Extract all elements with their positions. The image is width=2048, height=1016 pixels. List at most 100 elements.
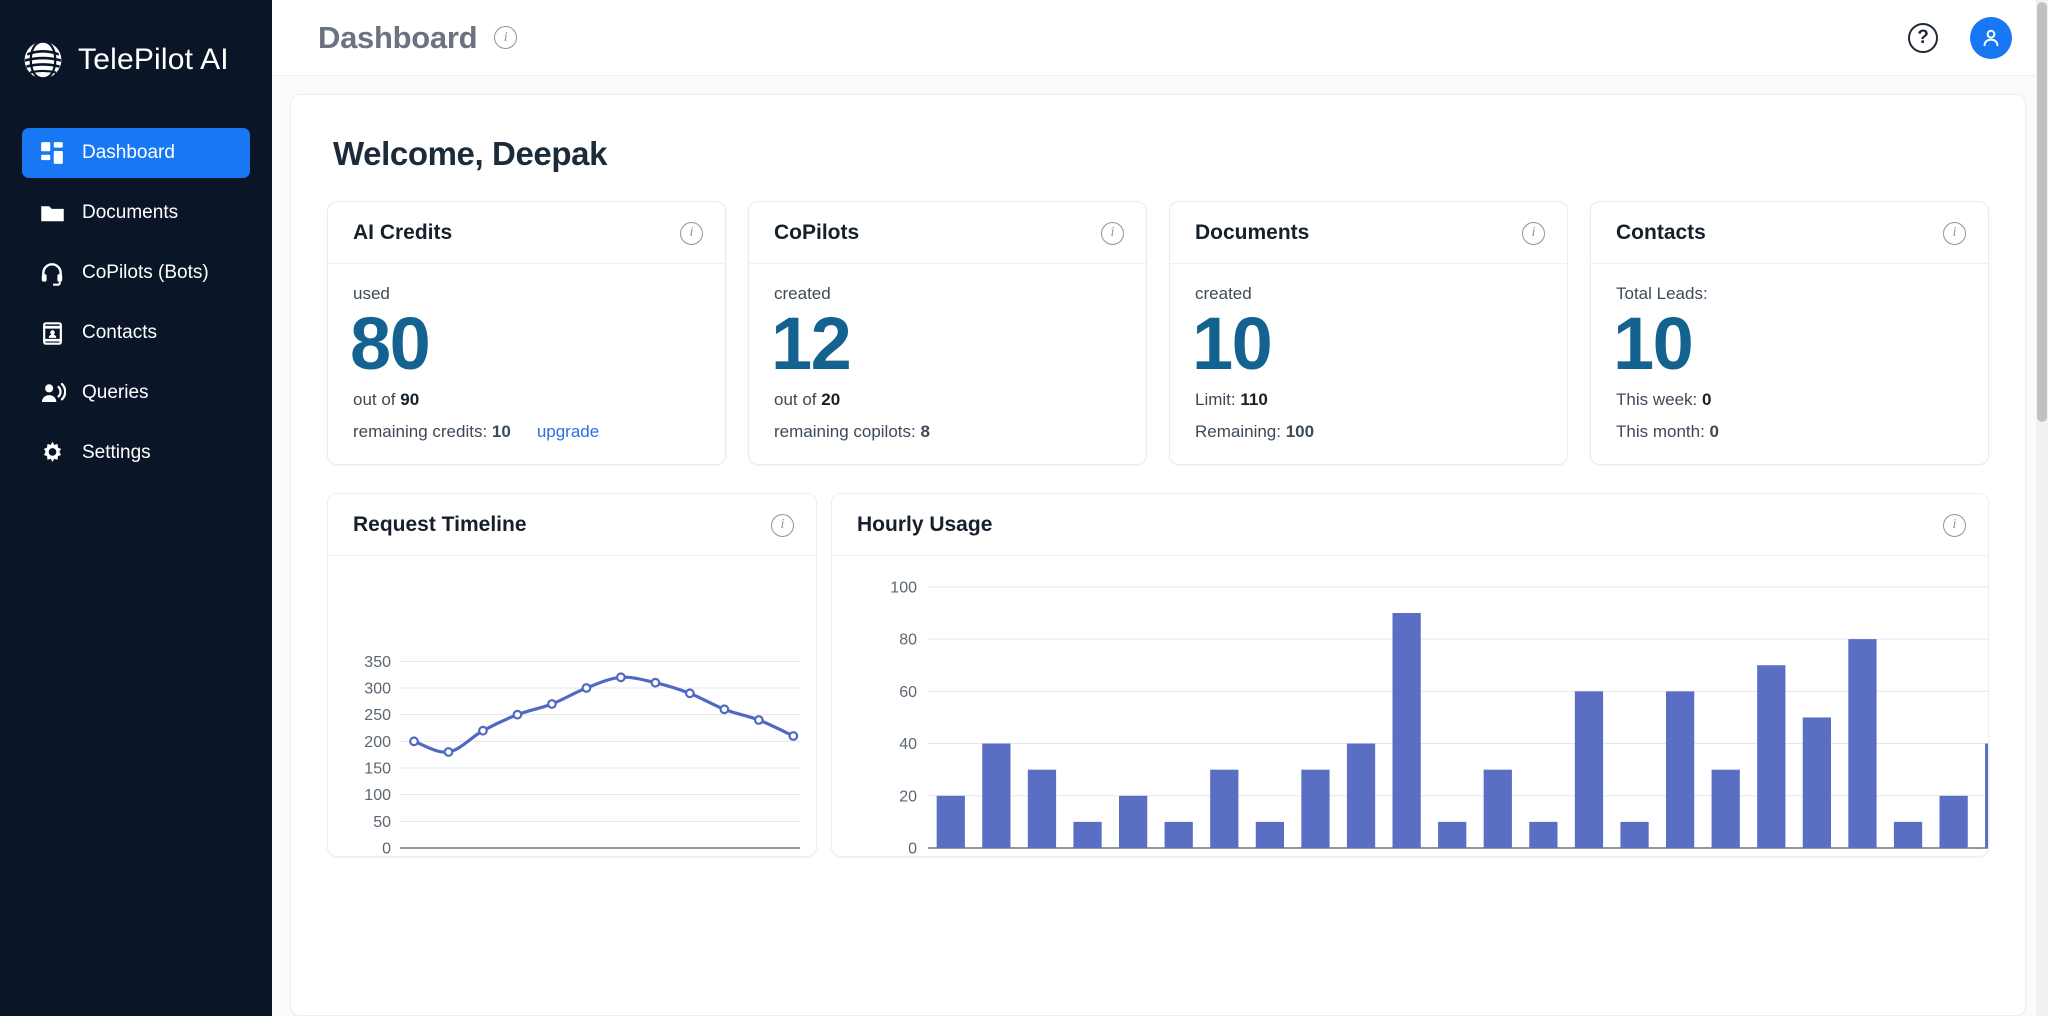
chart-row: Request Timeline i 050100150200250300350…	[321, 465, 1995, 857]
stat-foot-prefix: remaining credits:	[353, 422, 492, 441]
stat-card-title: Contacts	[1616, 221, 1706, 245]
sidebar-item-label: Dashboard	[82, 142, 175, 164]
sidebar-item-contacts[interactable]: Contacts	[22, 308, 250, 358]
sidebar-nav: Dashboard Documents CoPilots (Bots)	[0, 128, 272, 488]
stat-card-title: CoPilots	[774, 221, 859, 245]
stat-card-documents: Documents i created 10 Limit: 110 Remain…	[1169, 201, 1568, 465]
stat-footer: This month: 0	[1616, 422, 1963, 442]
sidebar-item-label: Queries	[82, 382, 149, 404]
stat-foot-value: 8	[920, 422, 929, 441]
svg-text:200: 200	[364, 734, 391, 751]
svg-text:350: 350	[364, 654, 391, 671]
user-avatar-icon[interactable]	[1970, 17, 2012, 59]
stat-label: created	[774, 284, 1121, 304]
person-speaking-icon	[22, 380, 82, 407]
stat-sub-prefix: out of	[774, 390, 821, 409]
question-mark-icon[interactable]: ?	[1908, 23, 1938, 53]
stat-value: 80	[350, 306, 700, 381]
info-icon[interactable]: i	[494, 26, 517, 49]
info-icon[interactable]: i	[1522, 222, 1545, 245]
hourly-usage-chart: 020406080100	[832, 556, 1989, 856]
stat-card-header: Documents i	[1170, 202, 1567, 264]
top-bar: Dashboard i ?	[272, 0, 2048, 76]
stat-card-header: CoPilots i	[749, 202, 1146, 264]
sidebar-item-queries[interactable]: Queries	[22, 368, 250, 418]
sidebar-item-label: CoPilots (Bots)	[82, 262, 209, 284]
info-icon[interactable]: i	[1943, 514, 1966, 537]
stat-foot-text: remaining copilots: 8	[774, 422, 930, 442]
stat-card-title: Documents	[1195, 221, 1309, 245]
chart-title: Hourly Usage	[857, 513, 992, 537]
chart-card-request-timeline: Request Timeline i 0 50 100 150 200 250 300 350	[327, 493, 817, 857]
chart-title: Request Timeline	[353, 513, 527, 537]
svg-text:100: 100	[364, 788, 391, 805]
info-icon[interactable]: i	[771, 514, 794, 537]
stat-footer: remaining credits: 10 upgrade	[353, 422, 700, 442]
stat-value: 10	[1192, 306, 1542, 381]
stat-card-body: Total Leads: 10 This week: 0 This month:…	[1591, 264, 1988, 464]
sidebar-item-label: Contacts	[82, 322, 157, 344]
stat-subtext: out of 20	[774, 390, 1121, 410]
stat-card-header: Contacts i	[1591, 202, 1988, 264]
stat-value: 10	[1613, 306, 1963, 381]
info-icon[interactable]: i	[1943, 222, 1966, 245]
gear-icon	[22, 440, 82, 467]
stat-foot-value: 0	[1710, 422, 1719, 441]
svg-text:100: 100	[890, 580, 917, 597]
chart-card-header: Request Timeline i	[328, 494, 816, 556]
info-icon[interactable]: i	[680, 222, 703, 245]
stat-foot-prefix: This month:	[1616, 422, 1710, 441]
stat-foot-prefix: remaining copilots:	[774, 422, 920, 441]
stat-foot-text: remaining credits: 10	[353, 422, 511, 442]
svg-text:0: 0	[908, 841, 917, 857]
stat-foot-value: 100	[1286, 422, 1314, 441]
stat-label: created	[1195, 284, 1542, 304]
upgrade-link[interactable]: upgrade	[537, 422, 599, 442]
svg-text:0: 0	[382, 841, 391, 857]
stat-card-ai-credits: AI Credits i used 80 out of 90 remaining…	[327, 201, 726, 465]
sidebar-item-copilots[interactable]: CoPilots (Bots)	[22, 248, 250, 298]
svg-text:80: 80	[899, 632, 917, 649]
stat-sub-value: 0	[1702, 390, 1711, 409]
bar-chart-body: 020406080100	[832, 556, 1988, 856]
welcome-heading: Welcome, Deepak	[333, 135, 1995, 173]
stat-card-title: AI Credits	[353, 221, 452, 245]
stat-card-body: used 80 out of 90 remaining credits: 10 …	[328, 264, 725, 464]
stat-card-body: created 12 out of 20 remaining copilots:…	[749, 264, 1146, 464]
stat-sub-value: 90	[400, 390, 419, 409]
svg-text:250: 250	[364, 708, 391, 725]
stat-value: 12	[771, 306, 1121, 381]
page-title: Dashboard	[318, 20, 477, 56]
vertical-scrollbar-thumb[interactable]	[2037, 2, 2047, 422]
telepilot-logo-icon	[22, 39, 64, 81]
chart-card-hourly-usage: Hourly Usage i 020406080100	[831, 493, 1989, 857]
sidebar-item-label: Settings	[82, 442, 151, 464]
grid-icon	[22, 140, 82, 166]
svg-text:150: 150	[364, 761, 391, 778]
stat-footer: remaining copilots: 8	[774, 422, 1121, 442]
vertical-scrollbar-track[interactable]	[2036, 0, 2048, 1016]
stat-sub-prefix: Limit:	[1195, 390, 1240, 409]
line-chart-body: 0 50 100 150 200 250 300 350	[328, 556, 816, 856]
svg-text:20: 20	[899, 789, 917, 806]
stat-subtext: Limit: 110	[1195, 390, 1542, 410]
stat-footer: Remaining: 100	[1195, 422, 1542, 442]
content-scroll-area: Welcome, Deepak AI Credits i used 80 out…	[272, 76, 2048, 1016]
chart-card-header: Hourly Usage i	[832, 494, 1988, 556]
svg-text:50: 50	[373, 814, 391, 831]
svg-text:300: 300	[364, 681, 391, 698]
info-icon[interactable]: i	[1101, 222, 1124, 245]
sidebar-item-dashboard[interactable]: Dashboard	[22, 128, 250, 178]
sidebar-item-documents[interactable]: Documents	[22, 188, 250, 238]
sidebar-item-settings[interactable]: Settings	[22, 428, 250, 478]
svg-text:60: 60	[899, 684, 917, 701]
sidebar: TelePilot AI Dashboard Documents	[0, 0, 272, 1016]
stat-subtext: This week: 0	[1616, 390, 1963, 410]
brand-name: TelePilot AI	[78, 43, 229, 77]
stat-foot-value: 10	[492, 422, 511, 441]
stat-sub-prefix: This week:	[1616, 390, 1702, 409]
stat-label: used	[353, 284, 700, 304]
main-area: Dashboard i ? Welcome, Deepak AI Credits…	[272, 0, 2048, 1016]
stat-sub-value: 20	[821, 390, 840, 409]
stat-sub-value: 110	[1240, 390, 1267, 409]
